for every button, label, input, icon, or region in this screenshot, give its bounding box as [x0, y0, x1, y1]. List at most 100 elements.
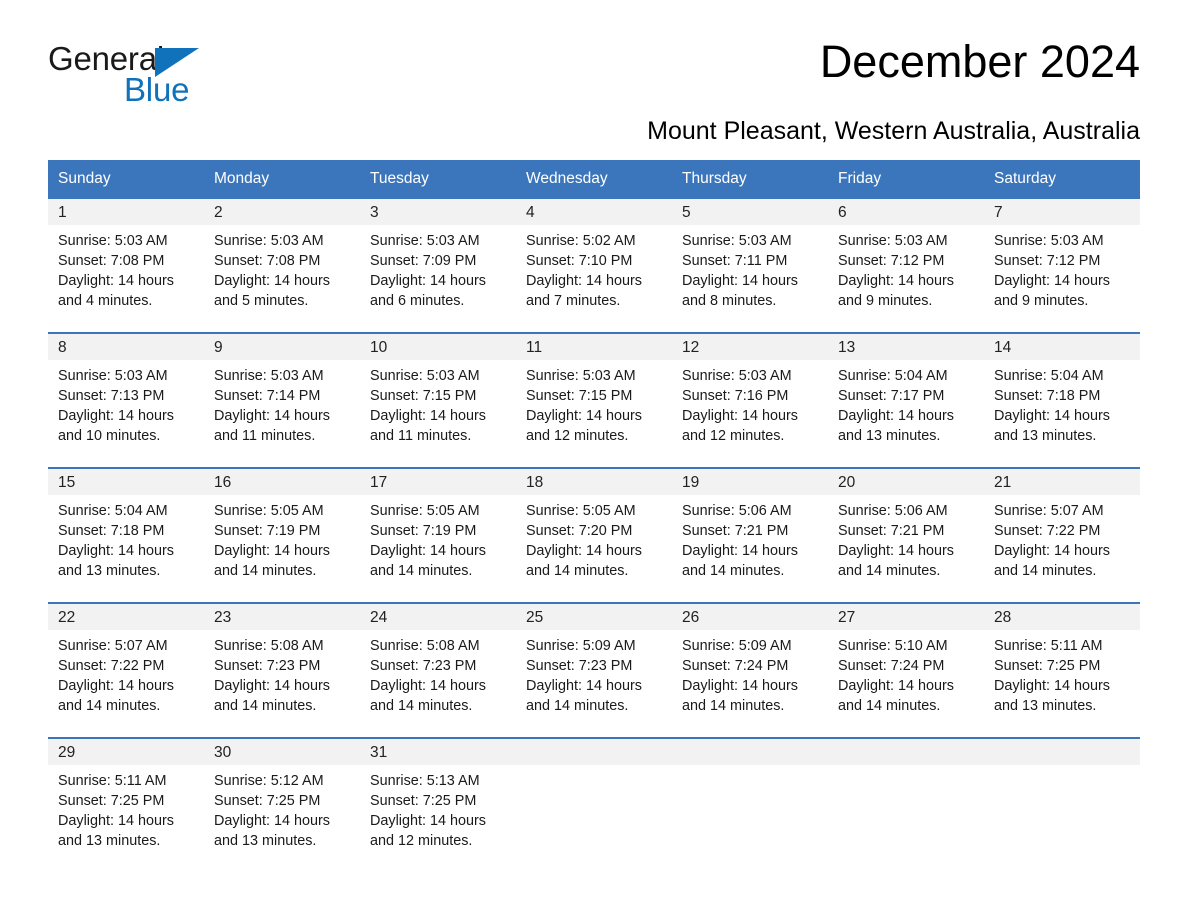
- calendar-day-cell[interactable]: 15 Sunrise: 5:04 AM Sunset: 7:18 PM Dayligh…: [48, 467, 204, 603]
- sunrise-text: Sunrise: 5:03 AM: [838, 233, 948, 249]
- day-details: Sunrise: 5:08 AM Sunset: 7:23 PM Daylight:…: [204, 630, 360, 716]
- day-details: Sunrise: 5:10 AM Sunset: 7:24 PM Daylight:…: [828, 630, 984, 716]
- day-number: 29: [48, 739, 204, 765]
- sunrise-text: Sunrise: 5:09 AM: [526, 638, 636, 654]
- sunrise-text: Sunrise: 5:11 AM: [994, 638, 1103, 654]
- calendar-day-cell[interactable]: 12 Sunrise: 5:03 AM Sunset: 7:16 PM Dayligh…: [672, 332, 828, 468]
- calendar-day-cell[interactable]: 26 Sunrise: 5:09 AM Sunset: 7:24 PM Dayligh…: [672, 602, 828, 738]
- day-number: 28: [984, 604, 1140, 630]
- day-number: 27: [828, 604, 984, 630]
- weekday-header-saturday: Saturday: [984, 160, 1140, 198]
- day-details: Sunrise: 5:06 AM Sunset: 7:21 PM Daylight:…: [672, 495, 828, 581]
- calendar-day-cell[interactable]: 5 Sunrise: 5:03 AM Sunset: 7:11 PM Daylight…: [672, 197, 828, 333]
- generalblue-logo[interactable]: General Blue: [48, 42, 248, 108]
- calendar-day-cell[interactable]: 9 Sunrise: 5:03 AM Sunset: 7:14 PM Daylight…: [204, 332, 360, 468]
- daylight-text: Daylight: 14 hours and 14 minutes.: [214, 678, 330, 714]
- calendar-day-cell-empty: [828, 737, 984, 873]
- calendar-day-cell[interactable]: 22 Sunrise: 5:07 AM Sunset: 7:22 PM Dayligh…: [48, 602, 204, 738]
- daylight-text: Daylight: 14 hours and 14 minutes.: [682, 678, 798, 714]
- daylight-text: Daylight: 14 hours and 13 minutes.: [58, 543, 174, 579]
- calendar-day-cell[interactable]: 29 Sunrise: 5:11 AM Sunset: 7:25 PM Dayligh…: [48, 737, 204, 873]
- daylight-text: Daylight: 14 hours and 12 minutes.: [526, 408, 642, 444]
- calendar-day-cell[interactable]: 21 Sunrise: 5:07 AM Sunset: 7:22 PM Dayligh…: [984, 467, 1140, 603]
- day-details: Sunrise: 5:07 AM Sunset: 7:22 PM Daylight:…: [984, 495, 1140, 581]
- daylight-text: Daylight: 14 hours and 8 minutes.: [682, 273, 798, 309]
- day-details: Sunrise: 5:03 AM Sunset: 7:14 PM Daylight:…: [204, 360, 360, 446]
- calendar-day-cell[interactable]: 19 Sunrise: 5:06 AM Sunset: 7:21 PM Dayligh…: [672, 467, 828, 603]
- day-details: Sunrise: 5:03 AM Sunset: 7:16 PM Daylight:…: [672, 360, 828, 446]
- sunrise-text: Sunrise: 5:04 AM: [838, 368, 948, 384]
- sunset-text: Sunset: 7:19 PM: [370, 523, 477, 539]
- sunrise-text: Sunrise: 5:05 AM: [370, 503, 480, 519]
- daylight-text: Daylight: 14 hours and 14 minutes.: [838, 678, 954, 714]
- weekday-header-tuesday: Tuesday: [360, 160, 516, 198]
- day-details: Sunrise: 5:05 AM Sunset: 7:19 PM Daylight:…: [204, 495, 360, 581]
- calendar-day-cell[interactable]: 8 Sunrise: 5:03 AM Sunset: 7:13 PM Daylight…: [48, 332, 204, 468]
- day-number: 26: [672, 604, 828, 630]
- sunset-text: Sunset: 7:12 PM: [838, 253, 945, 269]
- day-details: Sunrise: 5:03 AM Sunset: 7:12 PM Daylight:…: [984, 225, 1140, 311]
- calendar-day-cell-empty: [672, 737, 828, 873]
- calendar-day-cell[interactable]: 28 Sunrise: 5:11 AM Sunset: 7:25 PM Dayligh…: [984, 602, 1140, 738]
- sunset-text: Sunset: 7:08 PM: [214, 253, 321, 269]
- daylight-text: Daylight: 14 hours and 14 minutes.: [370, 678, 486, 714]
- calendar-day-cell[interactable]: 16 Sunrise: 5:05 AM Sunset: 7:19 PM Dayligh…: [204, 467, 360, 603]
- calendar-day-cell[interactable]: 3 Sunrise: 5:03 AM Sunset: 7:09 PM Daylight…: [360, 197, 516, 333]
- sunset-text: Sunset: 7:25 PM: [214, 793, 321, 809]
- sunrise-text: Sunrise: 5:07 AM: [994, 503, 1104, 519]
- daylight-text: Daylight: 14 hours and 13 minutes.: [994, 678, 1110, 714]
- sunrise-text: Sunrise: 5:06 AM: [838, 503, 948, 519]
- sunset-text: Sunset: 7:18 PM: [994, 388, 1101, 404]
- calendar-day-cell[interactable]: 17 Sunrise: 5:05 AM Sunset: 7:19 PM Dayligh…: [360, 467, 516, 603]
- calendar-day-cell[interactable]: 25 Sunrise: 5:09 AM Sunset: 7:23 PM Dayligh…: [516, 602, 672, 738]
- calendar-day-cell[interactable]: 6 Sunrise: 5:03 AM Sunset: 7:12 PM Daylight…: [828, 197, 984, 333]
- sunset-text: Sunset: 7:21 PM: [838, 523, 945, 539]
- day-number: 18: [516, 469, 672, 495]
- day-number: [516, 739, 672, 765]
- calendar-day-cell[interactable]: 10 Sunrise: 5:03 AM Sunset: 7:15 PM Dayligh…: [360, 332, 516, 468]
- sunrise-text: Sunrise: 5:05 AM: [214, 503, 324, 519]
- sunset-text: Sunset: 7:25 PM: [370, 793, 477, 809]
- day-number: 20: [828, 469, 984, 495]
- sunrise-text: Sunrise: 5:03 AM: [370, 368, 480, 384]
- calendar-day-cell[interactable]: 31 Sunrise: 5:13 AM Sunset: 7:25 PM Dayligh…: [360, 737, 516, 873]
- day-number: [828, 739, 984, 765]
- sunrise-text: Sunrise: 5:12 AM: [214, 773, 324, 789]
- day-number: 17: [360, 469, 516, 495]
- daylight-text: Daylight: 14 hours and 13 minutes.: [58, 813, 174, 849]
- calendar-day-cell[interactable]: 14 Sunrise: 5:04 AM Sunset: 7:18 PM Dayligh…: [984, 332, 1140, 468]
- calendar-day-cell[interactable]: 30 Sunrise: 5:12 AM Sunset: 7:25 PM Dayligh…: [204, 737, 360, 873]
- calendar-day-cell[interactable]: 13 Sunrise: 5:04 AM Sunset: 7:17 PM Dayligh…: [828, 332, 984, 468]
- sunset-text: Sunset: 7:22 PM: [994, 523, 1101, 539]
- sunrise-text: Sunrise: 5:03 AM: [214, 368, 324, 384]
- day-number: 5: [672, 199, 828, 225]
- day-details: Sunrise: 5:08 AM Sunset: 7:23 PM Daylight:…: [360, 630, 516, 716]
- day-number: 3: [360, 199, 516, 225]
- daylight-text: Daylight: 14 hours and 14 minutes.: [370, 543, 486, 579]
- calendar-day-cell[interactable]: 7 Sunrise: 5:03 AM Sunset: 7:12 PM Daylight…: [984, 197, 1140, 333]
- day-details: Sunrise: 5:03 AM Sunset: 7:15 PM Daylight:…: [360, 360, 516, 446]
- calendar-day-cell[interactable]: 20 Sunrise: 5:06 AM Sunset: 7:21 PM Dayligh…: [828, 467, 984, 603]
- calendar-week-row: 29 Sunrise: 5:11 AM Sunset: 7:25 PM Dayligh…: [48, 737, 1140, 873]
- day-details: Sunrise: 5:04 AM Sunset: 7:17 PM Daylight:…: [828, 360, 984, 446]
- day-details: Sunrise: 5:11 AM Sunset: 7:25 PM Daylight:…: [48, 765, 204, 851]
- day-number: 10: [360, 334, 516, 360]
- day-details: Sunrise: 5:09 AM Sunset: 7:24 PM Daylight:…: [672, 630, 828, 716]
- calendar-day-cell[interactable]: 24 Sunrise: 5:08 AM Sunset: 7:23 PM Dayligh…: [360, 602, 516, 738]
- calendar-day-cell[interactable]: 27 Sunrise: 5:10 AM Sunset: 7:24 PM Dayligh…: [828, 602, 984, 738]
- day-details: Sunrise: 5:03 AM Sunset: 7:08 PM Daylight:…: [48, 225, 204, 311]
- calendar-day-cell[interactable]: 4 Sunrise: 5:02 AM Sunset: 7:10 PM Daylight…: [516, 197, 672, 333]
- day-number: 6: [828, 199, 984, 225]
- location-subtitle: Mount Pleasant, Western Australia, Austr…: [647, 117, 1140, 145]
- sunset-text: Sunset: 7:15 PM: [370, 388, 477, 404]
- sunrise-text: Sunrise: 5:03 AM: [214, 233, 324, 249]
- day-number: 30: [204, 739, 360, 765]
- calendar-day-cell[interactable]: 2 Sunrise: 5:03 AM Sunset: 7:08 PM Daylight…: [204, 197, 360, 333]
- calendar-week-row: 22 Sunrise: 5:07 AM Sunset: 7:22 PM Dayligh…: [48, 602, 1140, 738]
- calendar-day-cell[interactable]: 23 Sunrise: 5:08 AM Sunset: 7:23 PM Dayligh…: [204, 602, 360, 738]
- calendar-day-cell[interactable]: 11 Sunrise: 5:03 AM Sunset: 7:15 PM Dayligh…: [516, 332, 672, 468]
- calendar-day-cell[interactable]: 18 Sunrise: 5:05 AM Sunset: 7:20 PM Dayligh…: [516, 467, 672, 603]
- sunset-text: Sunset: 7:24 PM: [682, 658, 789, 674]
- sunset-text: Sunset: 7:19 PM: [214, 523, 321, 539]
- calendar-day-cell[interactable]: 1 Sunrise: 5:03 AM Sunset: 7:08 PM Daylight…: [48, 197, 204, 333]
